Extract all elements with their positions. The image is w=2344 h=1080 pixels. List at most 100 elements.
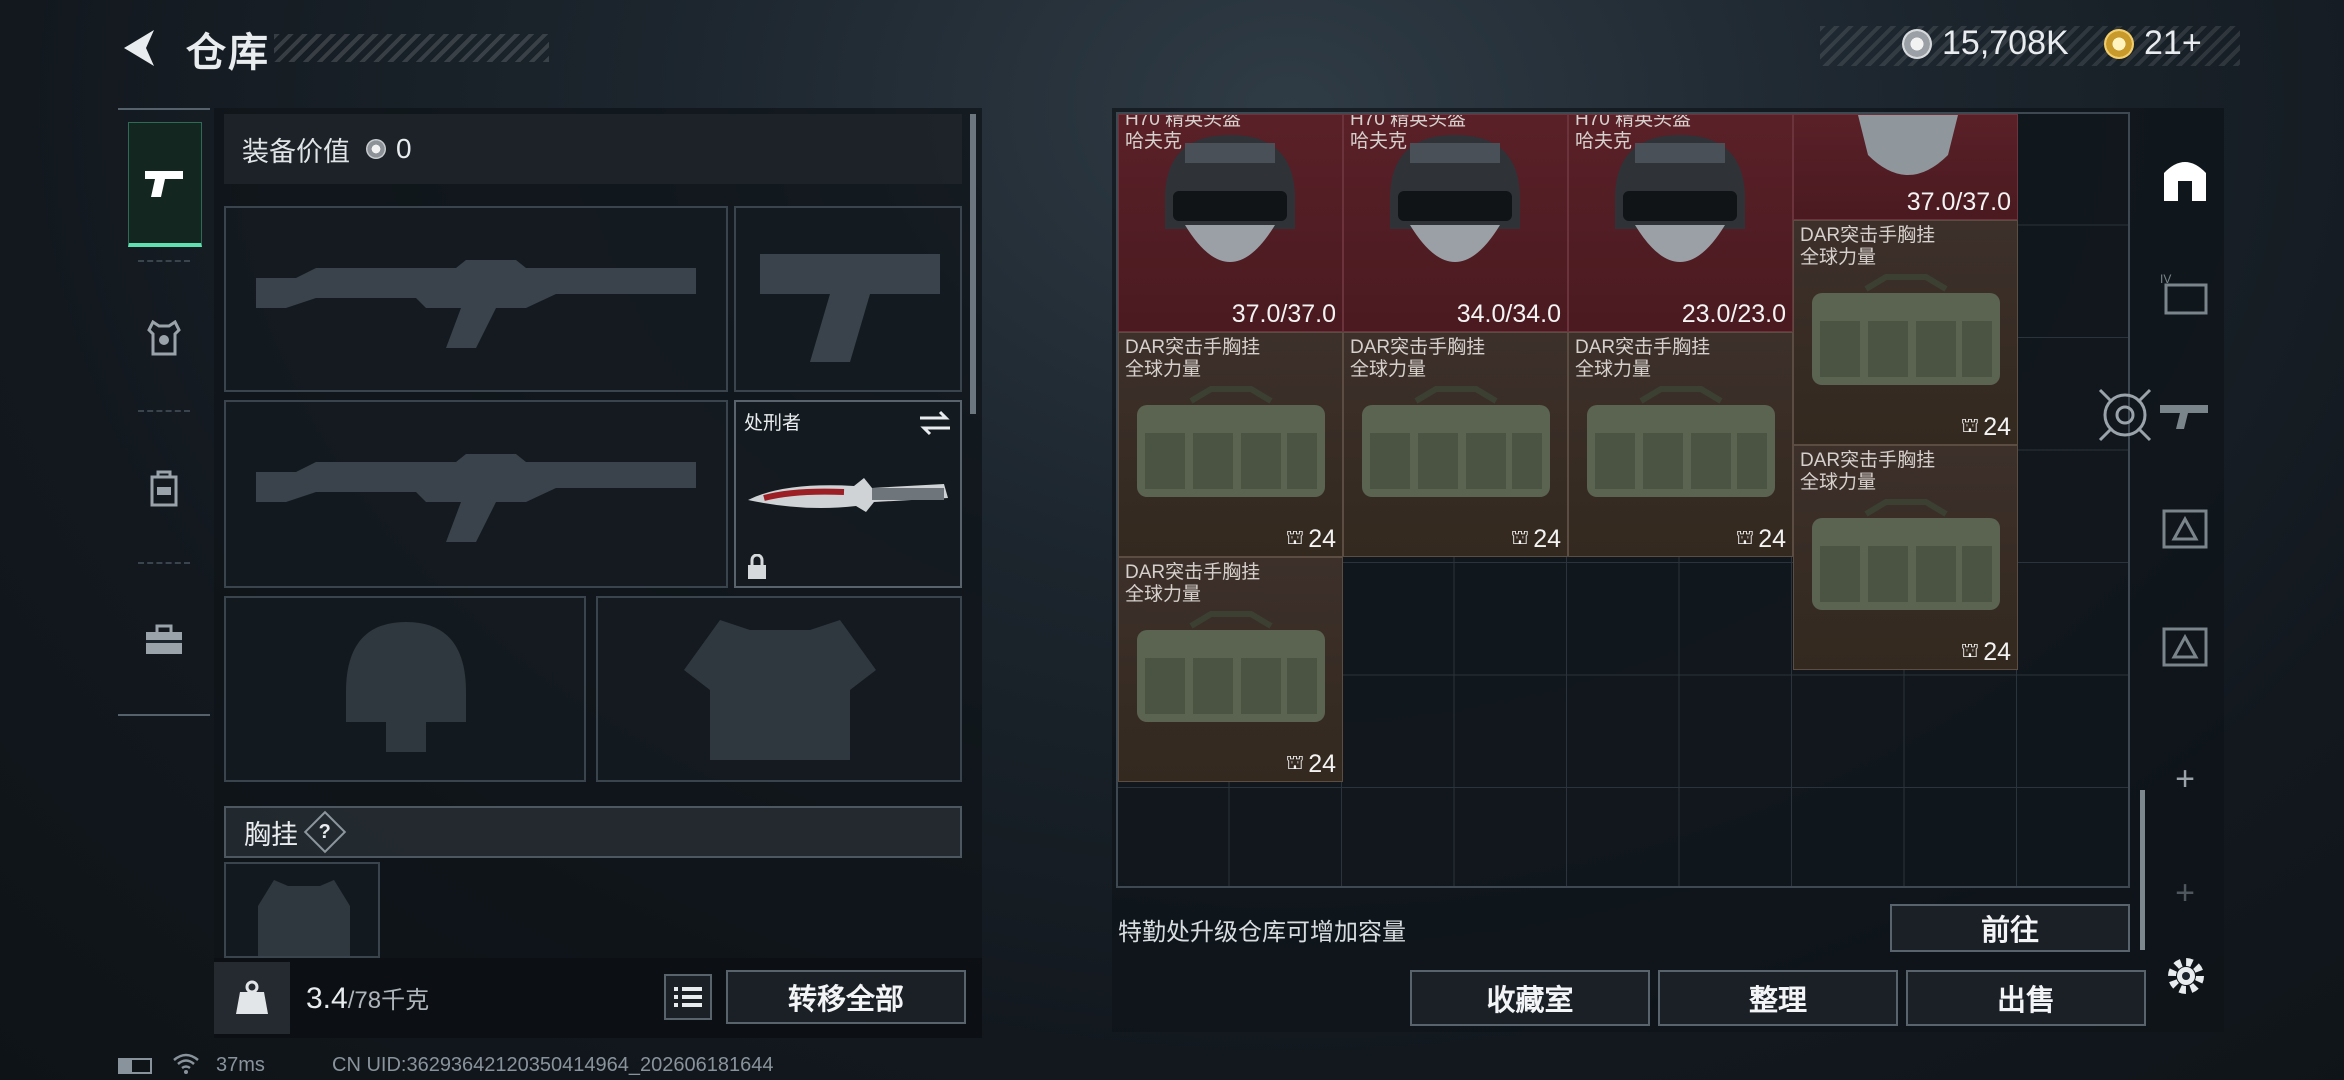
stash-tab-container-2[interactable] [2150,602,2220,692]
chest-rig-icon [1812,499,2000,610]
capacity-icon: ⛫ [1960,415,1980,437]
melee-slot[interactable]: 处刑者 [734,400,962,588]
item-name: DAR突击手胸挂 全球力量 [1350,337,1486,380]
transfer-all-button[interactable]: 转移全部 [726,970,966,1024]
stash-item[interactable]: DAR突击手胸挂 全球力量 ⛫ 24 [1568,332,1793,557]
stash-tab-4[interactable]: IV [2150,248,2220,338]
chest-rig-icon [1812,274,2000,385]
knife-icon [748,478,948,512]
add-stash-tab-button-disabled: + [2175,873,2195,912]
container-tab-icon [2162,509,2208,549]
stash-item[interactable]: DAR突击手胸挂 全球力量 ⛫ 24 [1793,220,2018,445]
silver-coin-icon [366,139,386,159]
sort-button[interactable]: 整理 [1658,970,1898,1026]
equipment-value: 0 [396,133,412,164]
nav-backpack[interactable] [128,428,200,548]
weight-icon-box [214,962,290,1034]
toolbox-icon [146,624,182,654]
list-icon [674,987,702,1007]
sell-button[interactable]: 出售 [1906,970,2146,1026]
rifle-tab-icon [2160,405,2208,429]
secondary-weapon-slot[interactable] [224,400,728,588]
weight-current: 3.4 [306,982,348,1015]
weight-icon [236,980,268,1014]
item-durability: 37.0/37.0 [1906,188,2011,216]
collection-room-button[interactable]: 收藏室 [1410,970,1650,1026]
stash-item[interactable]: DAR突击手胸挂 全球力量 ⛫ 24 [1118,332,1343,557]
title-decoration [274,34,549,62]
goto-button[interactable]: 前往 [1890,904,2130,952]
chest-rig-icon [1137,611,1325,722]
help-button[interactable]: ? [303,810,347,854]
nav-toolbox[interactable] [128,580,200,700]
body-armor-slot[interactable] [596,596,962,782]
stash-tab-main[interactable] [2150,134,2220,224]
stash-grid: H70 精英头盔 哈夫克 37.0/37.0 H70 精英头盔 哈夫克 34.0/3… [1116,112,2130,888]
nav-armor[interactable] [128,278,200,398]
home-stash-icon [2164,162,2206,201]
stash-tab-weapons[interactable] [2150,368,2220,458]
drop-target-icon [2098,388,2152,442]
silver-coin-icon [1902,28,1932,59]
settings-button[interactable] [2164,954,2208,998]
chest-rig-icon [1137,386,1325,497]
weight-total: /78千克 [347,987,430,1014]
back-arrow-icon [124,30,154,66]
item-name: DAR突击手胸挂 全球力量 [1575,337,1711,380]
item-capacity: ⛫ 24 [1285,750,1336,778]
gear-icon [2168,958,2204,994]
capacity-icon: ⛫ [1510,527,1530,549]
item-capacity: ⛫ 24 [1960,413,2011,441]
pistol-icon [145,171,183,197]
melee-name: 处刑者 [744,413,802,434]
helmet-silhouette-icon [346,622,466,752]
lock-icon [748,554,766,579]
back-button[interactable] [118,26,162,70]
chest-rig-header: 胸挂 ? [224,806,962,858]
pistol-slot[interactable] [734,206,962,392]
container-tab-icon [2162,627,2208,667]
stash-item[interactable]: DAR突击手胸挂 全球力量 ⛫ 24 [1793,445,2018,670]
upgrade-hint: 特勤处升级仓库可增加容量 [1118,919,1406,946]
item-name: DAR突击手胸挂 全球力量 [1125,337,1261,380]
stash-tab-icon: IV [2160,272,2208,315]
capacity-icon: ⛫ [1735,527,1755,549]
capacity-icon: ⛫ [1285,527,1305,549]
item-durability: 23.0/23.0 [1681,300,1786,328]
helmet-slot[interactable] [224,596,586,782]
gold-amount: 21+ [2144,24,2202,62]
chest-rig-slot[interactable] [224,862,380,958]
silver-amount: 15,708K [1942,24,2069,62]
uid-text: CN UID:36293642120350414964_202606181644 [332,1054,774,1076]
item-capacity: ⛫ 24 [1510,525,1561,553]
equipment-scrollbar[interactable] [970,114,976,414]
rifle-silhouette-icon [256,260,696,348]
armor-icon [147,320,181,356]
stash-tab-container-1[interactable] [2150,484,2220,574]
stash-item[interactable]: H70 精英头盔 哈夫克 37.0/37.0 [1118,114,1343,332]
item-capacity: ⛫ 24 [1285,525,1336,553]
armor-silhouette-icon [684,620,876,760]
item-capacity: ⛫ 24 [1735,525,1786,553]
stash-item[interactable]: H70 精英头盔 哈夫克 23.0/23.0 [1568,114,1793,332]
swap-icon[interactable] [918,410,952,436]
stash-item[interactable]: 37.0/37.0 [1793,114,2018,220]
stash-item[interactable]: DAR突击手胸挂 全球力量 ⛫ 24 [1118,557,1343,782]
battery-icon [118,1058,152,1074]
weight-readout: 3.4/78千克 [306,980,429,1016]
stash-item[interactable]: DAR突击手胸挂 全球力量 ⛫ 24 [1343,332,1568,557]
capacity-icon: ⛫ [1285,752,1305,774]
helmet-icon [1390,135,1520,262]
add-stash-tab-button[interactable]: + [2150,734,2220,824]
list-view-button[interactable] [664,974,712,1020]
nav-weapons[interactable] [128,122,202,247]
stash-scrollbar[interactable] [2140,790,2145,950]
gold-currency[interactable]: 21+ [2104,24,2202,63]
rifle-silhouette-icon [256,454,696,542]
wifi-icon [172,1052,200,1074]
primary-weapon-slot[interactable] [224,206,728,392]
stash-item[interactable]: H70 精英头盔 哈夫克 34.0/34.0 [1343,114,1568,332]
silver-currency[interactable]: 15,708K [1902,24,2069,63]
page-title: 仓库 [186,31,270,75]
pistol-silhouette-icon [760,254,940,362]
